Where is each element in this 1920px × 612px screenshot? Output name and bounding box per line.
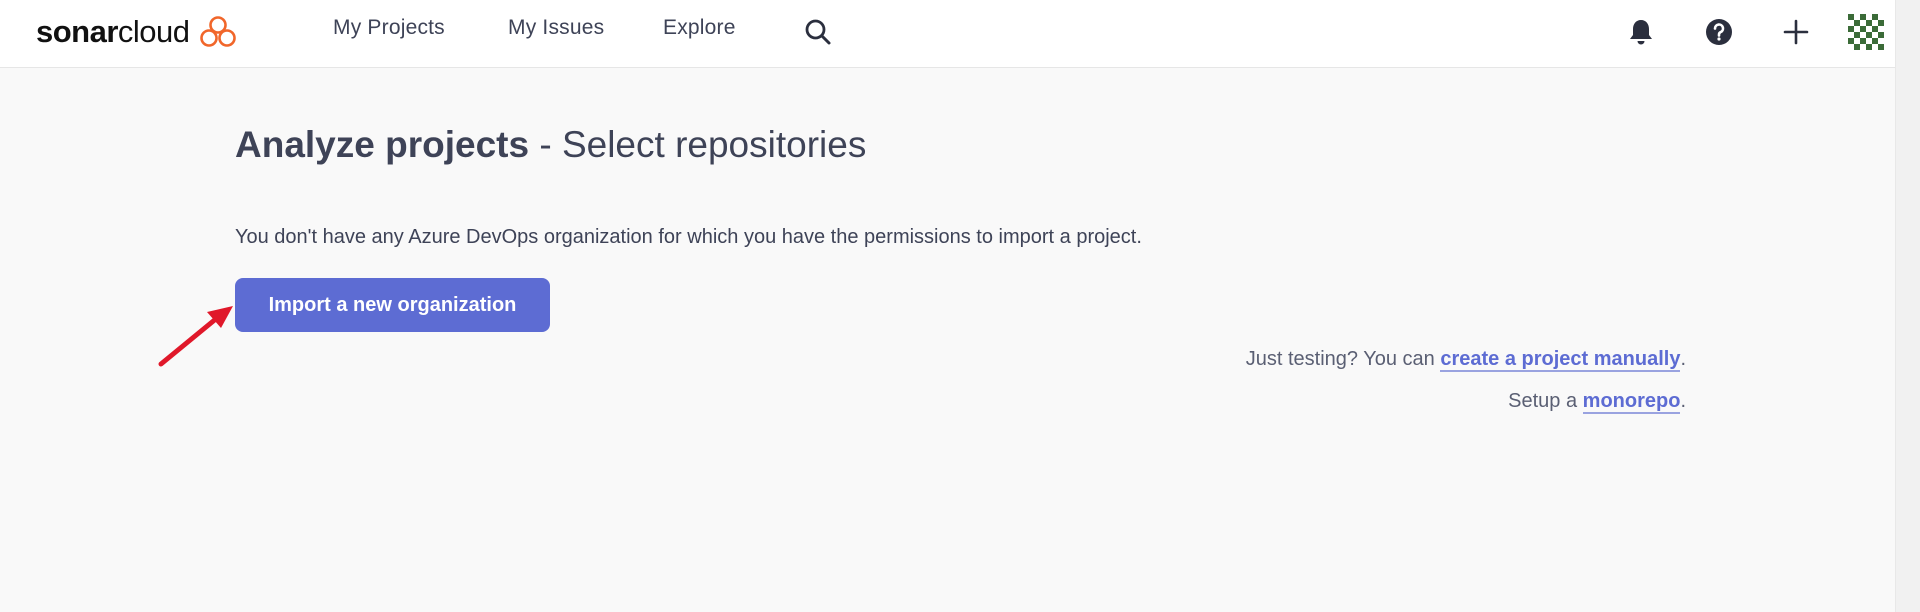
sonarcloud-cloud-icon: [199, 16, 236, 47]
nav-explore[interactable]: Explore: [663, 16, 736, 40]
top-navigation-bar: sonar cloud My Projects My Issues Explore: [0, 0, 1895, 68]
monorepo-link[interactable]: monorepo: [1582, 390, 1681, 414]
no-organization-notice: You don't have any Azure DevOps organiza…: [235, 226, 1142, 248]
nav-my-projects[interactable]: My Projects: [333, 16, 445, 40]
monorepo-suffix: .: [1680, 390, 1686, 412]
monorepo-prefix: Setup a: [1508, 390, 1583, 412]
vertical-scrollbar[interactable]: [1895, 0, 1920, 612]
monorepo-hint: Setup a monorepo.: [1508, 390, 1686, 414]
logo-text-cloud: cloud: [117, 14, 190, 49]
import-new-organization-button[interactable]: Import a new organization: [235, 278, 550, 332]
page-title-separator: -: [529, 124, 562, 165]
page-title-main: Analyze projects: [235, 124, 530, 165]
avatar[interactable]: [1848, 14, 1884, 50]
help-icon[interactable]: [1703, 16, 1735, 48]
create-manually-hint: Just testing? You can create a project m…: [1245, 348, 1686, 372]
nav-my-issues[interactable]: My Issues: [508, 16, 604, 40]
create-manually-prefix: Just testing? You can: [1245, 348, 1441, 370]
page-title: Analyze projects - Select repositories: [235, 124, 866, 166]
page-title-subtitle: Select repositories: [561, 124, 867, 165]
plus-icon[interactable]: [1780, 16, 1812, 48]
sonarcloud-logo[interactable]: sonar cloud: [36, 12, 237, 52]
bell-icon[interactable]: [1625, 16, 1657, 48]
create-manually-suffix: .: [1680, 348, 1686, 370]
logo-text-sonar: sonar: [36, 14, 118, 49]
create-project-manually-link[interactable]: create a project manually: [1440, 348, 1681, 372]
annotation-arrow-icon: [158, 306, 233, 367]
search-icon[interactable]: [804, 18, 832, 46]
